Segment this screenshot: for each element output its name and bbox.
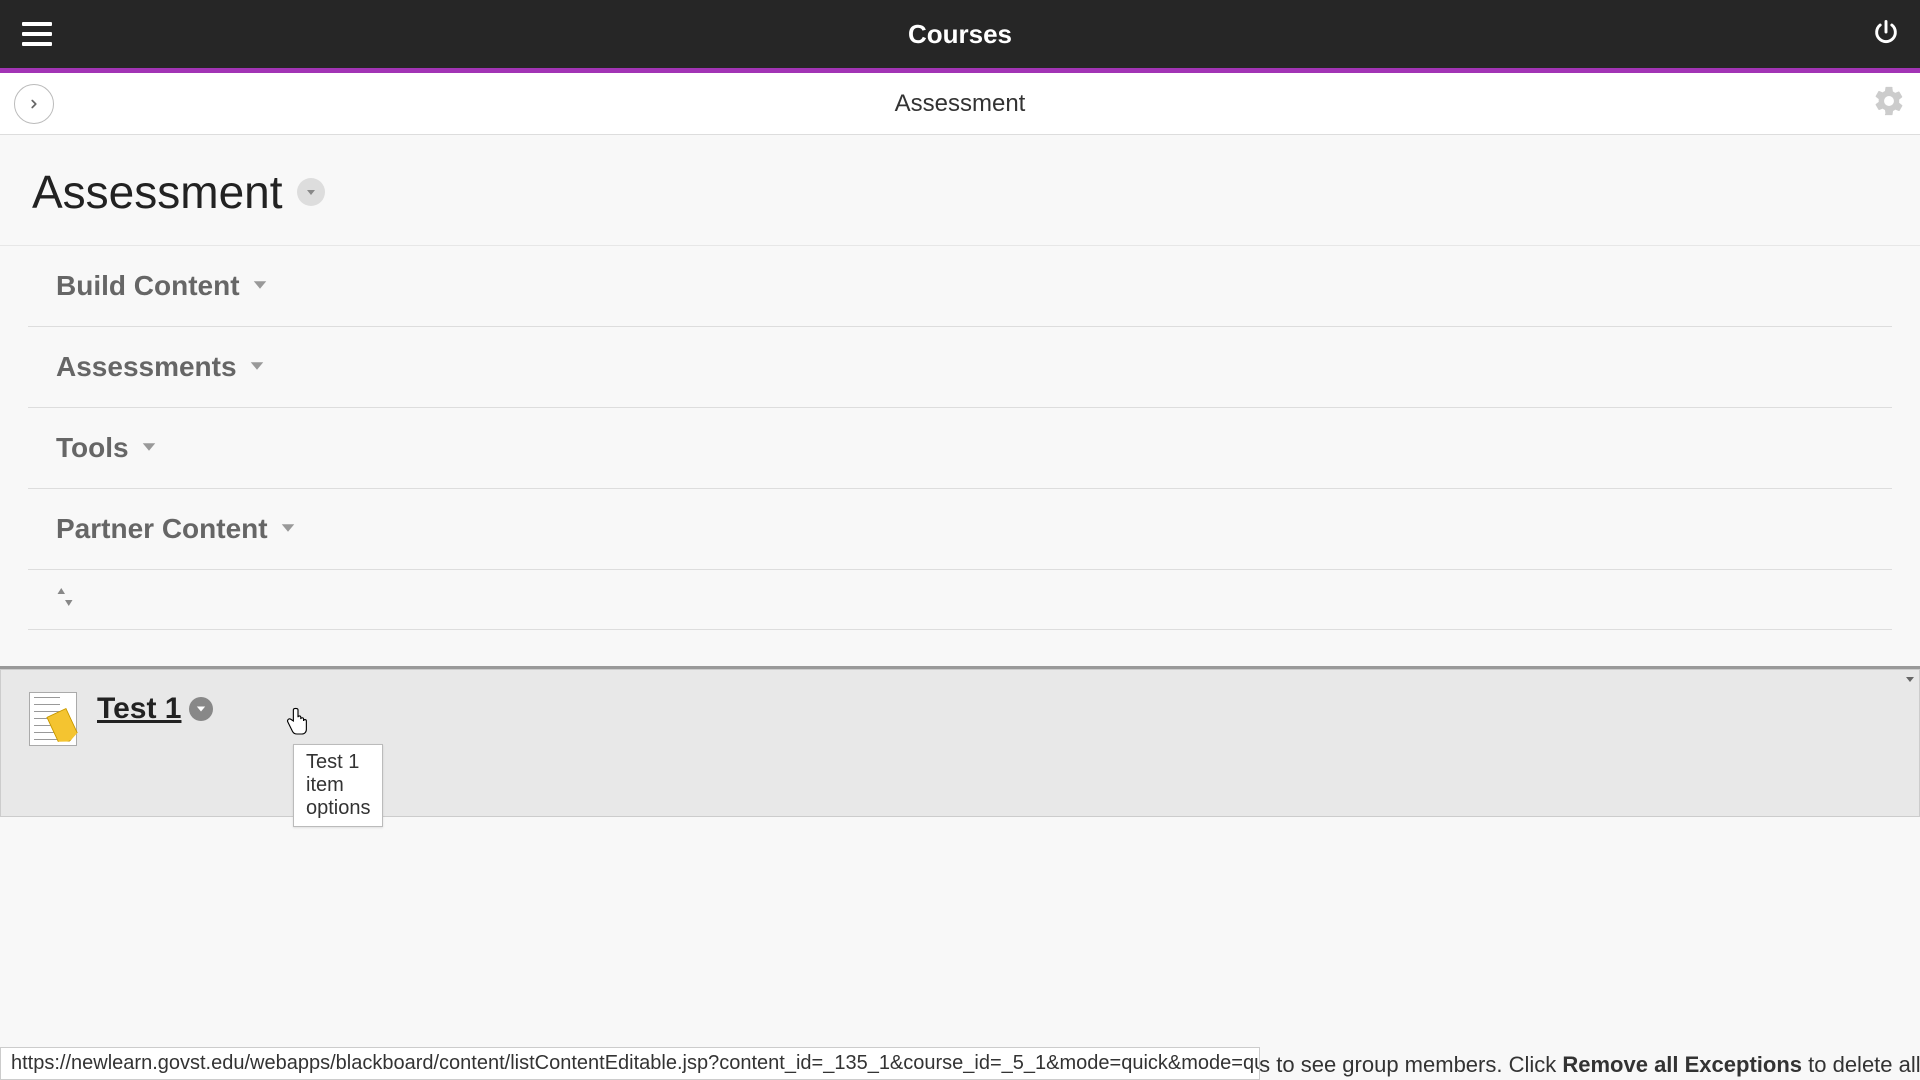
menu-build-content[interactable]: Build Content: [28, 246, 1892, 327]
menu-tools[interactable]: Tools: [28, 408, 1892, 489]
content-item-link[interactable]: Test 1: [97, 692, 181, 726]
cursor-pointer-icon: [285, 706, 311, 741]
menu-toggle-button[interactable]: [16, 16, 58, 52]
menu-item-label: Partner Content: [56, 513, 268, 545]
menu-partner-content[interactable]: Partner Content: [28, 489, 1892, 570]
breadcrumb-title: Assessment: [895, 90, 1026, 118]
chevron-down-icon: [280, 520, 296, 538]
status-bar-url: https://newlearn.govst.edu/webapps/black…: [0, 1047, 1260, 1080]
item-options-button[interactable]: [189, 697, 213, 721]
chevron-down-icon: [249, 358, 265, 376]
tooltip: Test 1 item options: [293, 744, 383, 827]
gear-icon[interactable]: [1872, 84, 1906, 123]
chevron-down-icon: [252, 277, 268, 295]
menu-item-label: Tools: [56, 432, 129, 464]
page-title: Assessment: [32, 165, 283, 219]
page-title-options-button[interactable]: [297, 178, 325, 206]
chevron-down-icon: [141, 439, 157, 457]
app-title: Courses: [908, 19, 1012, 50]
power-icon[interactable]: [1868, 14, 1904, 55]
reorder-handle[interactable]: [28, 570, 1892, 630]
menu-assessments[interactable]: Assessments: [28, 327, 1892, 408]
menu-item-label: Assessments: [56, 351, 237, 383]
content-item: Test 1 Test 1 item options: [0, 669, 1920, 817]
sort-arrows-icon: [56, 595, 74, 612]
expand-sidebar-button[interactable]: [14, 84, 54, 124]
menu-item-label: Build Content: [56, 270, 240, 302]
scroll-indicator-icon: [1904, 672, 1916, 690]
test-icon: [29, 692, 77, 746]
